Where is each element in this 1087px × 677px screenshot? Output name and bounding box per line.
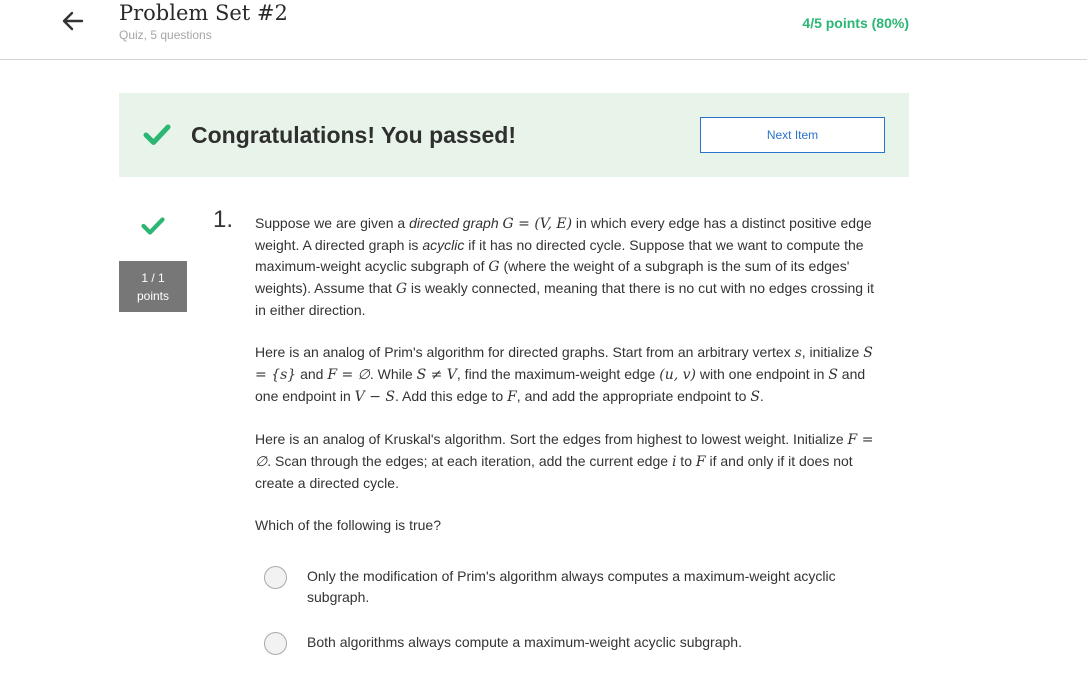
back-button[interactable] xyxy=(60,8,86,34)
text: , initialize xyxy=(801,344,864,360)
text: , find the maximum-weight edge xyxy=(456,366,660,382)
points-label: points xyxy=(136,289,170,303)
math: S xyxy=(750,389,760,405)
radio-button[interactable] xyxy=(264,566,287,589)
text: with one endpoint in xyxy=(695,366,829,382)
question-prompt: Which of the following is true? xyxy=(255,517,441,533)
text: Here is an analog of Kruskal's algorithm… xyxy=(255,431,848,447)
math: (u, v) xyxy=(659,367,696,383)
points-badge: 1 / 1 points xyxy=(119,261,187,312)
question-body: Suppose we are given a directed graph G … xyxy=(255,213,875,557)
math: S ≠ V xyxy=(416,367,457,383)
question-paragraph-3: Here is an analog of Kruskal's algorithm… xyxy=(255,429,875,494)
text: . Scan through the edges; at each iterat… xyxy=(267,453,672,469)
math: G xyxy=(395,281,408,297)
quiz-header: Problem Set #2 Quiz, 5 questions 4/5 poi… xyxy=(0,0,1087,60)
page-title: Problem Set #2 xyxy=(119,1,288,25)
title-block: Problem Set #2 Quiz, 5 questions xyxy=(119,0,288,42)
question-number: 1. xyxy=(213,206,234,233)
pass-banner: Congratulations! You passed! Next Item xyxy=(119,93,909,177)
text: Here is an analog of Prim's algorithm fo… xyxy=(255,344,795,360)
math: G xyxy=(488,259,500,275)
text: . Add this edge to xyxy=(394,388,508,404)
math: s xyxy=(794,345,802,361)
math: V − S xyxy=(354,389,395,405)
emphasis: acyclic xyxy=(422,237,465,253)
text: . xyxy=(759,388,764,404)
math: F xyxy=(507,389,517,405)
answer-option-label[interactable]: Both algorithms always compute a maximum… xyxy=(307,632,847,653)
emphasis: directed graph xyxy=(409,215,499,231)
text: . While xyxy=(369,366,417,382)
question-paragraph-2: Here is an analog of Prim's algorithm fo… xyxy=(255,342,875,408)
text: to xyxy=(676,453,696,469)
checkmark-icon xyxy=(143,124,171,145)
question-paragraph-1: Suppose we are given a directed graph G … xyxy=(255,213,875,321)
math: F xyxy=(695,454,706,470)
text: Suppose we are given a xyxy=(255,215,410,231)
next-item-button[interactable]: Next Item xyxy=(700,117,885,153)
math: F = ∅ xyxy=(327,367,370,383)
text: , and add the appropriate endpoint to xyxy=(516,388,751,404)
pass-message: Congratulations! You passed! xyxy=(191,122,517,148)
question-correct-icon xyxy=(141,217,165,235)
math: S xyxy=(828,367,838,383)
text: and xyxy=(296,366,328,382)
math: G = (V, E) xyxy=(502,216,573,232)
radio-button[interactable] xyxy=(264,632,287,655)
arrow-left-icon xyxy=(62,11,84,31)
answer-option-label[interactable]: Only the modification of Prim's algorith… xyxy=(307,566,847,608)
score-summary: 4/5 points (80%) xyxy=(802,15,909,31)
points-value: 1 / 1 xyxy=(141,271,165,285)
page-subtitle: Quiz, 5 questions xyxy=(119,28,212,42)
